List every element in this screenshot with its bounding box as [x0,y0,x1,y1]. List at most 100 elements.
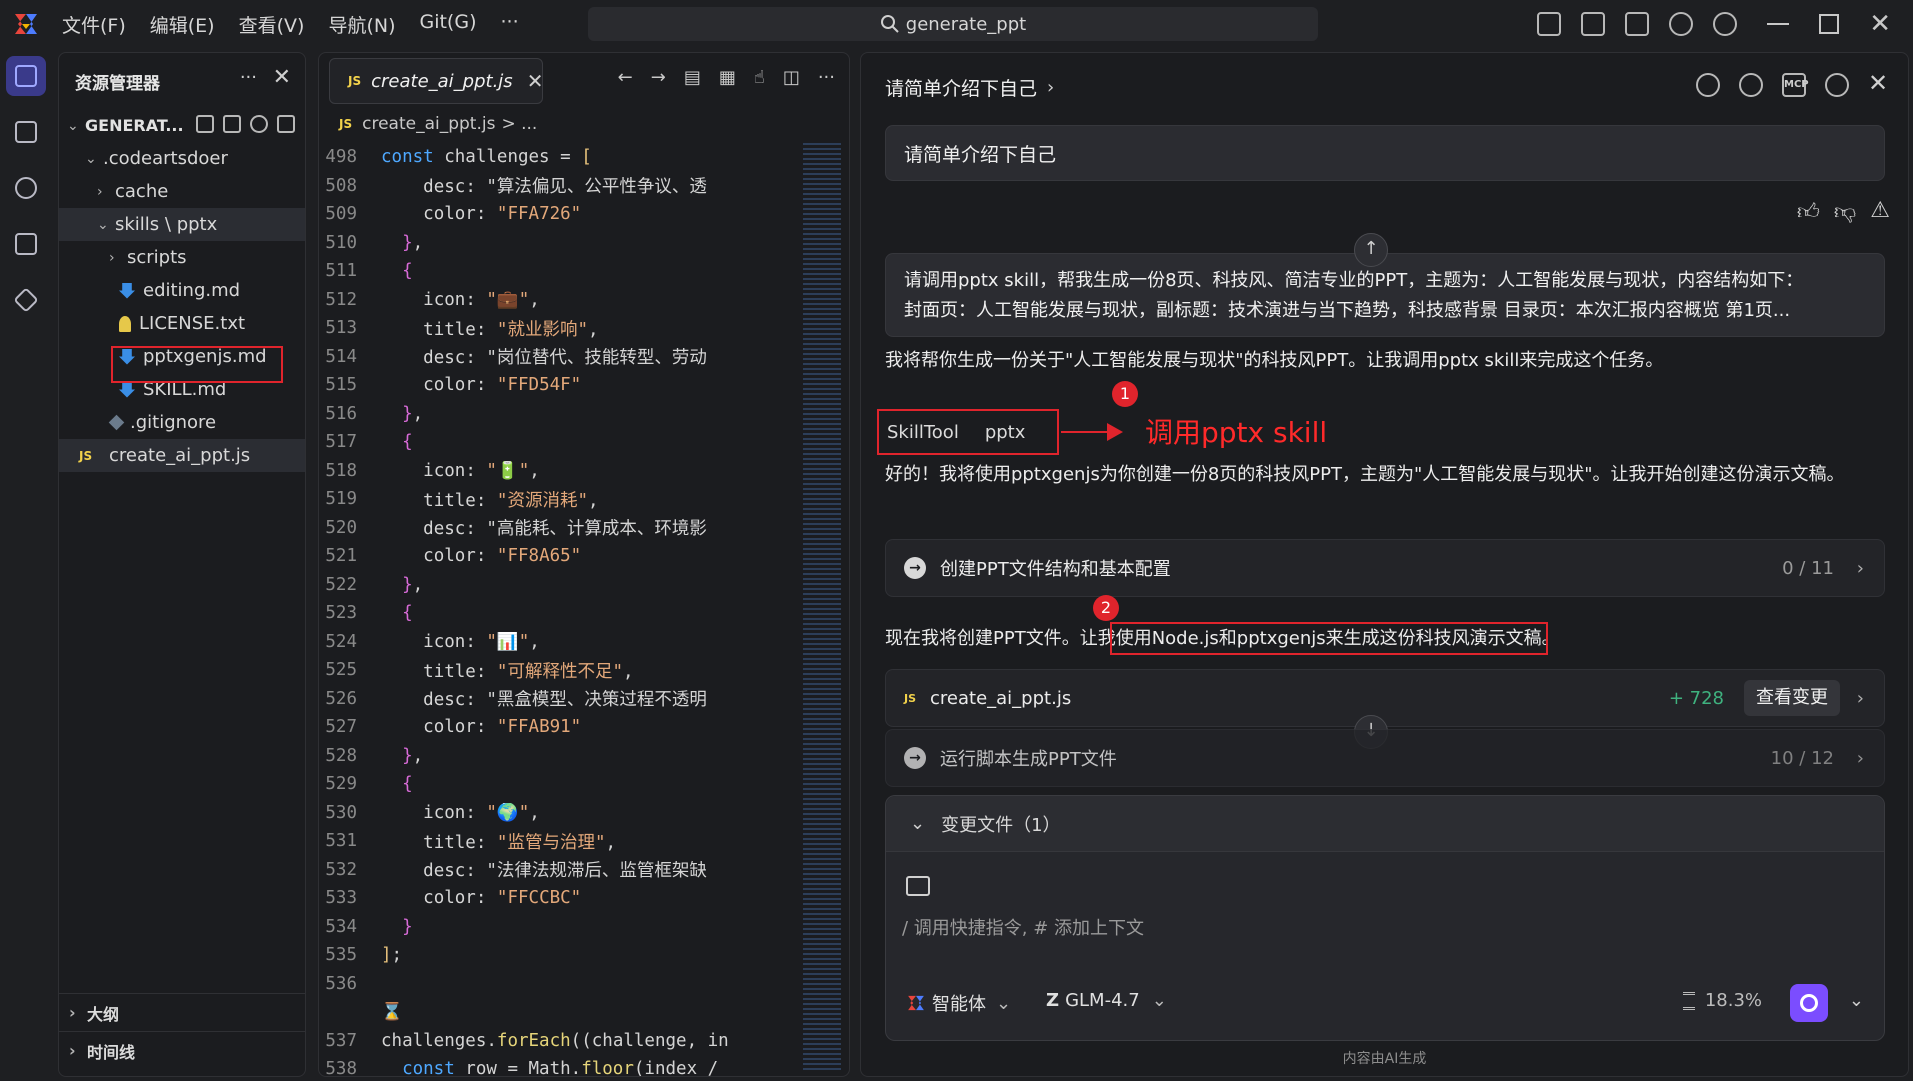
menu-edit[interactable]: 编辑(E) [150,11,215,38]
code-line[interactable]: 535]; [319,941,799,970]
code-line[interactable]: 530 icon: "🌍", [319,799,799,828]
image-attach-icon[interactable] [906,876,930,896]
chat-input[interactable]: / 调用快捷指令, # 添加上下文 [902,914,1144,940]
thumbs-down-icon[interactable]: 👎︎ [1834,198,1856,225]
menu-navigate[interactable]: 导航(N) [328,11,395,38]
extensions-activity[interactable] [6,112,46,152]
code-line[interactable]: 517 { [319,428,799,457]
code-line[interactable]: 537 challenges.forEach((challenge, in [319,1027,799,1056]
code-line[interactable]: 528 }, [319,742,799,771]
toggle-sidebar-icon[interactable] [1537,12,1562,36]
view-changes-button[interactable]: 查看变更 [1744,680,1840,716]
skill-tool-call[interactable]: SkillTool pptx [877,409,1059,455]
back-arrow-icon[interactable]: ← [618,67,633,88]
code-line[interactable]: 529 { [319,770,799,799]
tree-item-scripts[interactable]: › scripts [59,241,305,274]
menu-file[interactable]: 文件(F) [62,11,126,38]
refresh-icon[interactable] [250,115,268,133]
agent-selector[interactable]: 智能体 ⌄ [906,990,1011,1016]
mcp-icon[interactable]: MCP [1782,73,1809,97]
menu-view[interactable]: 查看(V) [239,11,305,38]
outline-section[interactable]: › 大纲 [59,993,305,1031]
code-line[interactable]: 512 icon: "💼", [319,286,799,315]
thumbs-up-icon[interactable]: 👍︎ [1797,198,1820,225]
code-line[interactable]: 523 { [319,599,799,628]
task-step-2[interactable]: → 运行脚本生成PPT文件 10 / 12 › [885,729,1885,787]
forward-arrow-icon[interactable]: → [651,67,666,88]
chevron-down-icon[interactable]: ⌄ [1849,990,1864,1011]
tree-item-cache[interactable]: › cache [59,175,305,208]
code-line[interactable]: 534 } [319,913,799,942]
split-editor-icon[interactable]: ◫ [783,67,800,88]
menu-more[interactable]: ··· [500,11,518,38]
code-line[interactable]: 509 color: "FFA726" [319,200,799,229]
workspace-root[interactable]: ⌄ GENERAT... [59,109,305,142]
code-line[interactable]: 516 }, [319,400,799,429]
tree-item-license[interactable]: LICENSE.txt [59,307,305,340]
explorer-close-button[interactable]: ✕ [273,65,291,90]
code-area[interactable]: 498 const challenges = [508 desc: "算法偏见、公… [319,143,799,1076]
code-line[interactable]: 532 desc: "法律法规滞后、监管框架缺 [319,856,799,885]
breadcrumb-file[interactable]: create_ai_ppt.js [362,114,495,134]
minimize-button[interactable] [1767,23,1790,25]
file-change-card[interactable]: JS create_ai_ppt.js + 728 查看变更 › [885,669,1885,727]
code-line[interactable]: 521 color: "FF8A65" [319,542,799,571]
code-line[interactable]: 518 icon: "🔋", [319,457,799,486]
tree-item-codeartsdoer[interactable]: ⌄ .codeartsdoer [59,142,305,175]
account-icon[interactable] [1713,12,1738,36]
model-selector[interactable]: Z GLM-4.7 ⌄ [1046,990,1167,1011]
source-control-activity[interactable] [6,280,46,320]
feedback-smiley-icon[interactable] [1669,12,1694,36]
tree-item-editing-md[interactable]: editing.md [59,274,305,307]
code-line[interactable]: 533 color: "FFCCBC" [319,884,799,913]
close-window-button[interactable]: ✕ [1869,9,1891,39]
tab-create-ai-ppt[interactable]: JS create_ai_ppt.js ✕ [329,58,543,104]
code-line[interactable]: 511 { [319,257,799,286]
code-line[interactable]: 520 desc: "高能耗、计算成本、环境影 [319,514,799,543]
maximize-button[interactable] [1819,14,1840,34]
code-line[interactable]: 527 color: "FFAB91" [319,713,799,742]
scroll-up-button[interactable]: ↑ [1354,233,1388,267]
code-line[interactable]: 538 const row = Math.floor(index / [319,1055,799,1076]
close-tab-icon[interactable]: ✕ [527,69,544,93]
new-folder-icon[interactable] [223,115,241,133]
command-search[interactable]: generate_ppt [588,7,1318,41]
code-line[interactable]: 513 title: "就业影响", [319,314,799,343]
code-line[interactable]: 522 }, [319,571,799,600]
code-line[interactable]: 531 title: "监管与治理", [319,827,799,856]
more-actions-icon[interactable]: ··· [818,67,835,88]
task-step-1[interactable]: → 创建PPT文件结构和基本配置 0 / 11 › [885,539,1885,597]
timeline-section[interactable]: › 时间线 [59,1031,305,1069]
toggle-ai-panel-icon[interactable] [1625,12,1650,36]
explorer-more-button[interactable]: ··· [240,67,257,88]
code-line[interactable]: 510 }, [319,229,799,258]
new-chat-icon[interactable] [1696,73,1720,97]
minimap[interactable] [803,143,841,1073]
new-file-icon[interactable] [196,115,214,133]
changed-files-row[interactable]: ⌄ 变更文件（1） [886,796,1884,852]
settings-gear-icon[interactable] [1825,73,1849,97]
remote-activity[interactable] [6,224,46,264]
code-line[interactable]: 526 desc: "黑盒模型、决策过程不透明 [319,685,799,714]
history-icon[interactable] [1739,73,1763,97]
code-line[interactable]: ⌛ [319,998,799,1027]
collapse-all-icon[interactable] [277,115,295,133]
open-changes-icon[interactable]: ▤ [684,67,701,88]
menu-git[interactable]: Git(G) [419,11,476,38]
toggle-panel-icon[interactable] [1581,12,1606,36]
code-line[interactable]: 519 title: "资源消耗", [319,485,799,514]
close-panel-icon[interactable]: ✕ [1868,71,1892,97]
code-line[interactable]: 524 icon: "📊", [319,628,799,657]
code-line[interactable]: 514 desc: "岗位替代、技能转型、劳动 [319,343,799,372]
touch-icon[interactable]: ☝ [754,67,765,88]
code-line[interactable]: 508 desc: "算法偏见、公平性争议、透 [319,172,799,201]
code-line[interactable]: 498 const challenges = [ [319,143,799,172]
tree-item-skills-pptx[interactable]: ⌄ skills \ pptx [59,208,305,241]
code-line[interactable]: 515 color: "FFD54F" [319,371,799,400]
preview-icon[interactable]: ▦ [719,67,736,88]
code-line[interactable]: 536 [319,970,799,999]
code-line[interactable]: 525 title: "可解释性不足", [319,656,799,685]
chat-title[interactable]: 请简单介绍下自己 [885,74,1037,101]
breadcrumb-rest[interactable]: > ... [501,114,537,134]
explorer-activity[interactable] [6,56,46,96]
